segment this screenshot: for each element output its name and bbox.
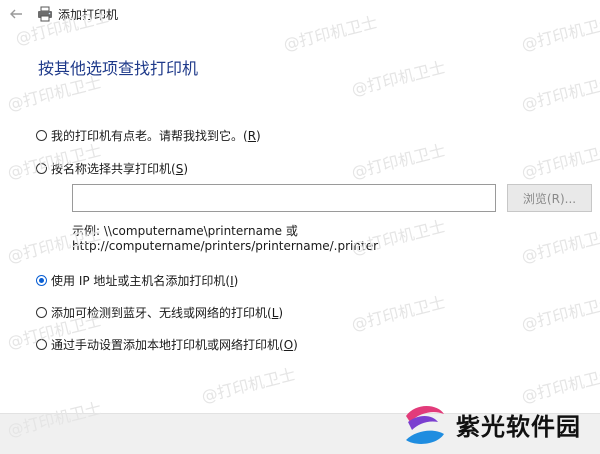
share-path-input[interactable] [72,184,496,212]
radio-bluetooth-wireless[interactable] [36,307,47,318]
option-shared-by-name-label: 按名称选择共享打印机 [51,162,172,176]
printer-icon [38,6,52,22]
option-old-printer-label: 我的打印机有点老。请帮我找到它。 [51,129,244,143]
option-bluetooth-wireless[interactable]: 添加可检测到蓝牙、无线或网络的打印机(L) [36,304,283,321]
option-old-printer-key: R [247,128,257,143]
window-title: 添加打印机 [58,8,119,22]
option-manual-local[interactable]: 通过手动设置添加本地打印机或网络打印机(O) [36,336,298,353]
page-heading: 按其他选项查找打印机 [38,59,199,78]
option-ip-hostname-label: 使用 IP 地址或主机名添加打印机 [51,274,226,288]
watermark: @打印机卫士 [519,140,600,183]
option-manual-local-label: 通过手动设置添加本地打印机或网络打印机 [51,338,280,352]
watermark: @打印机卫士 [519,292,600,335]
example-line-2: http://computername/printers/printername… [72,239,379,253]
brand-name: 紫光软件园 [456,412,581,441]
watermark: @打印机卫士 [519,224,600,267]
brand-badge: 紫光软件园 [398,400,581,448]
option-ip-hostname-key: I [230,273,234,288]
watermark: @打印机卫士 [519,72,600,115]
watermark: @打印机卫士 [349,140,448,183]
watermark: @打印机卫士 [199,364,298,407]
radio-ip-hostname[interactable] [36,275,47,286]
radio-old-printer[interactable] [36,130,47,141]
option-shared-by-name-key: S [175,161,184,176]
brand-logo-icon [406,406,444,444]
example-line-1: 示例: \\computername\printername 或 [72,224,298,238]
option-manual-local-key: O [283,337,294,352]
option-bluetooth-wireless-label: 添加可检测到蓝牙、无线或网络的打印机 [51,306,268,320]
option-old-printer[interactable]: 我的打印机有点老。请帮我找到它。(R) [36,127,261,144]
back-arrow-icon[interactable] [8,6,24,22]
watermark: @打印机卫士 [349,292,448,335]
option-shared-by-name[interactable]: 按名称选择共享打印机(S) [36,160,188,177]
option-bluetooth-wireless-key: L [271,305,279,320]
radio-shared-by-name[interactable] [36,163,47,174]
option-ip-hostname[interactable]: 使用 IP 地址或主机名添加打印机(I) [36,272,238,289]
browse-button[interactable]: 浏览(R)... [507,184,592,212]
title-bar: 添加打印机 [0,0,600,28]
watermark: @打印机卫士 [349,57,448,100]
radio-manual-local[interactable] [36,339,47,350]
